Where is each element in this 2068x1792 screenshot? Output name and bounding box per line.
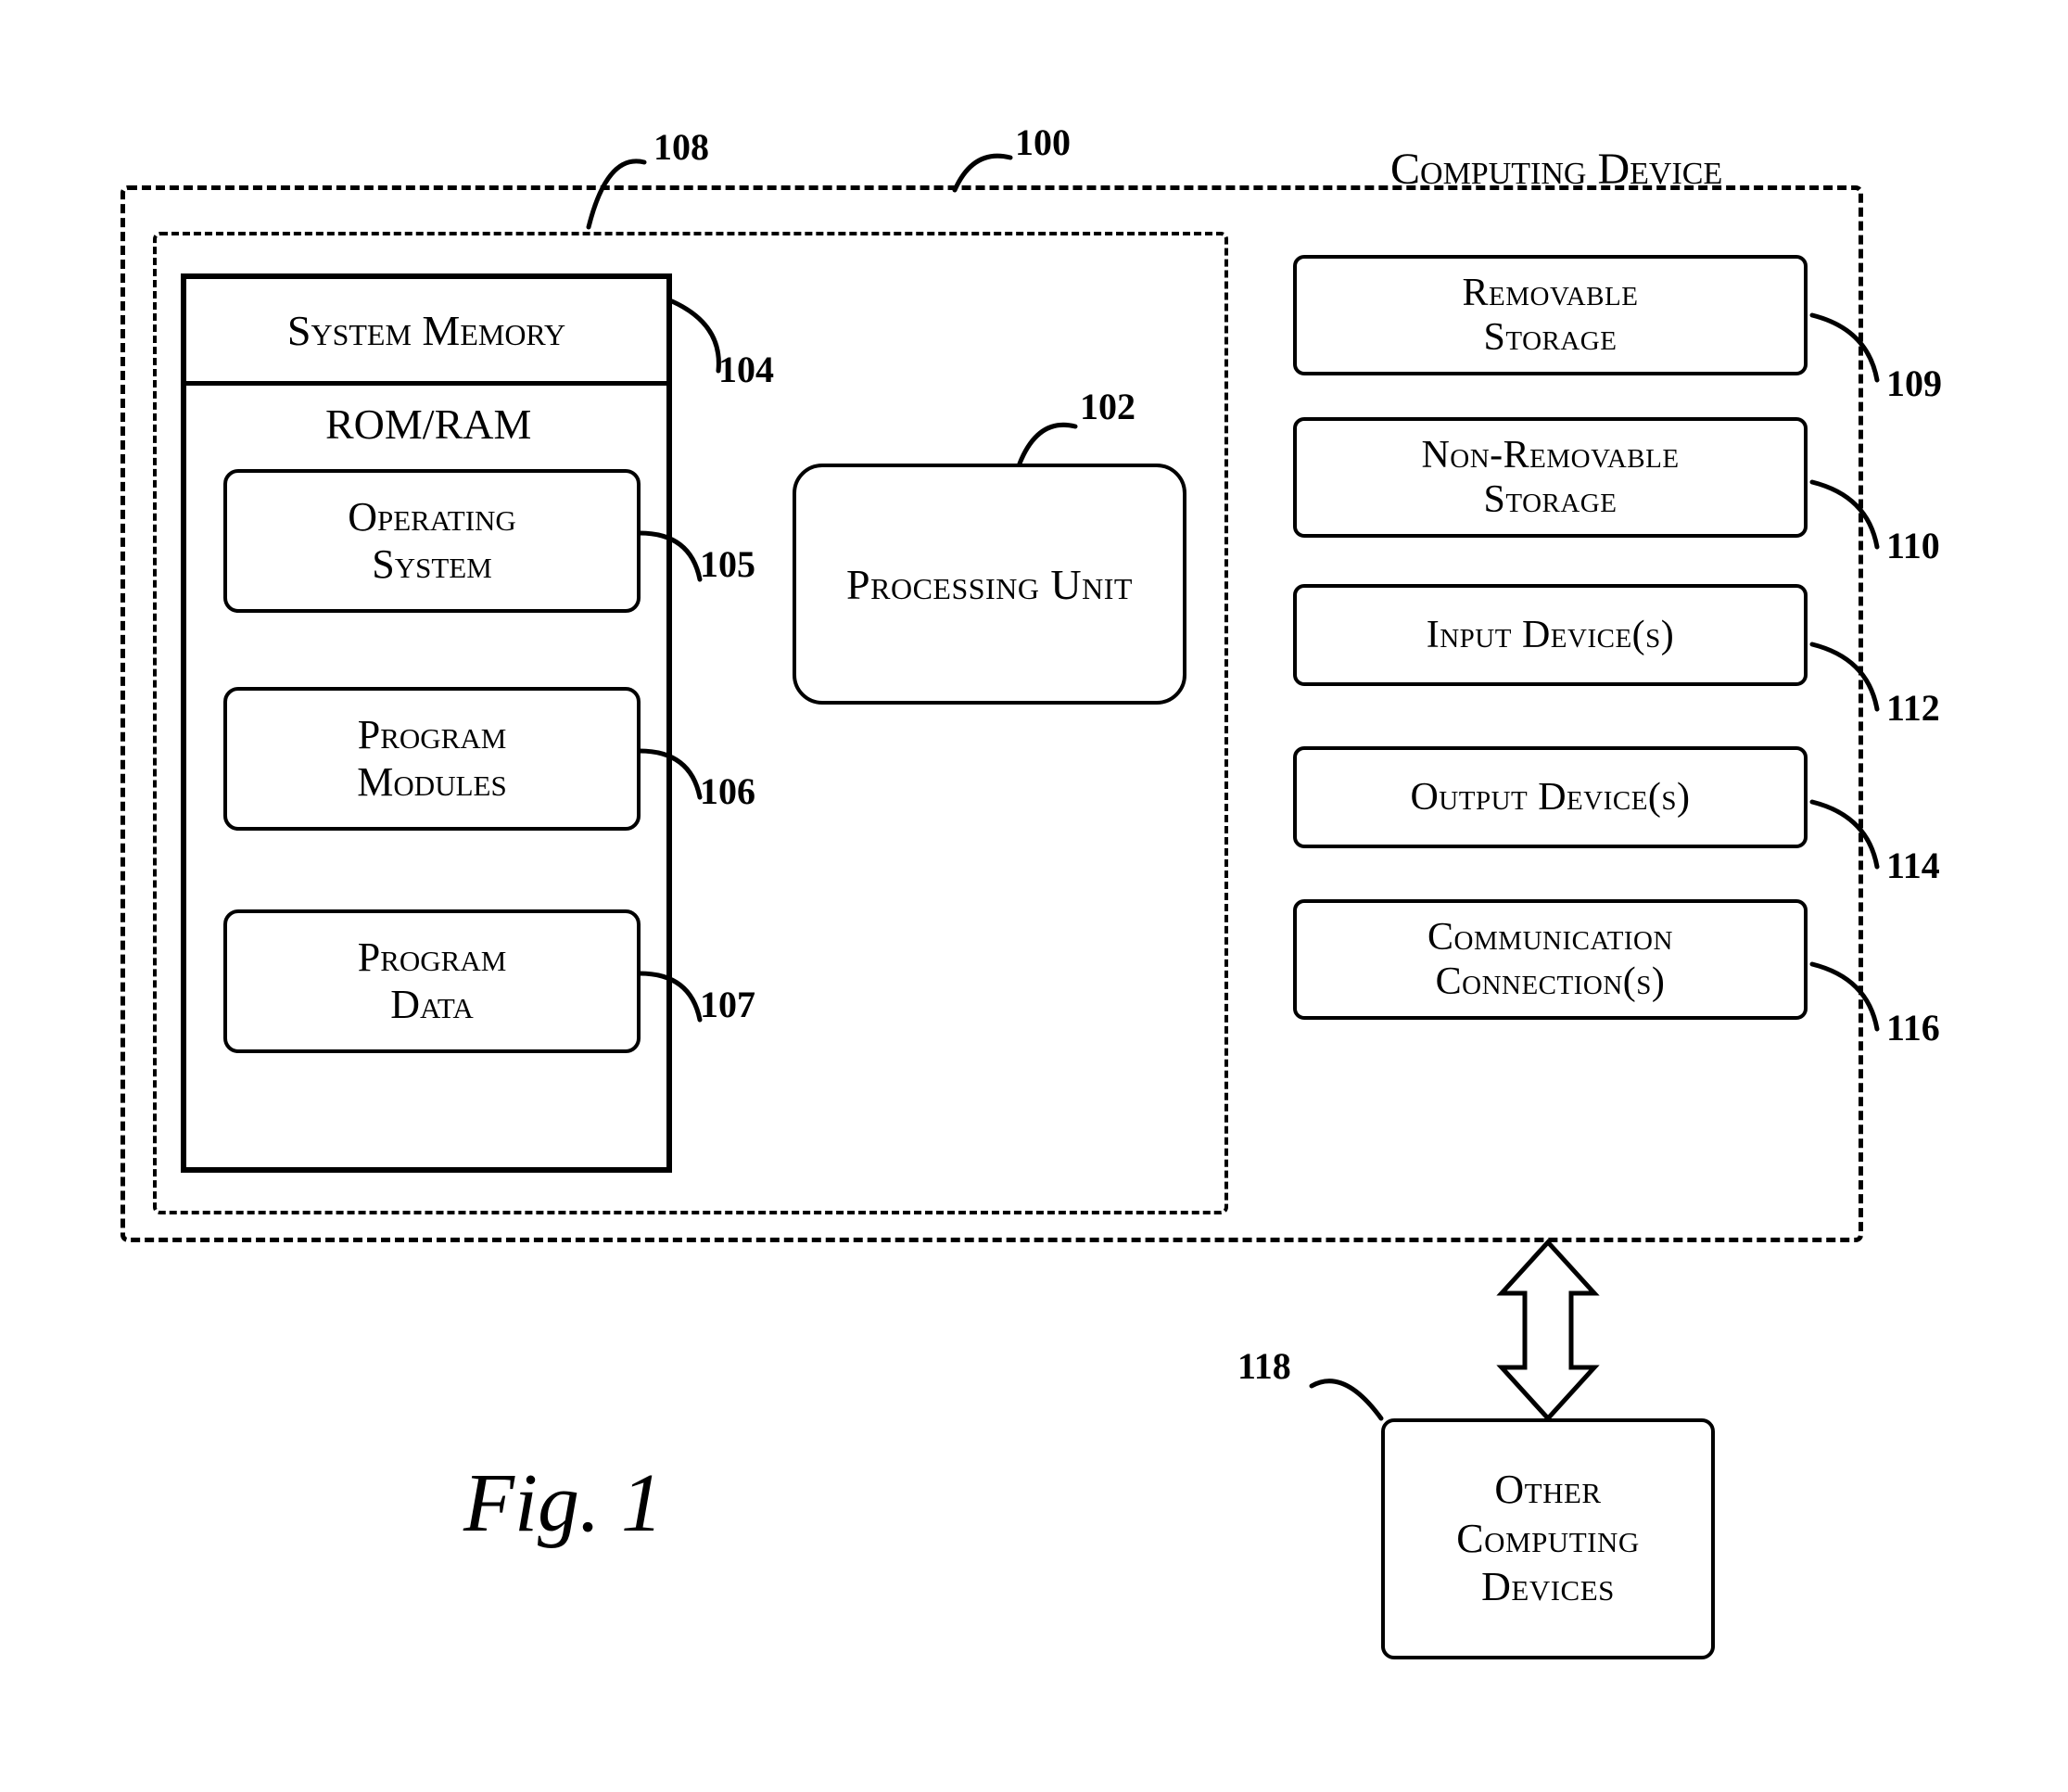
ref-109: 109 [1886,362,1942,405]
system-memory-box: System Memory ROM/RAM Operating System P… [181,273,672,1173]
diagram-canvas: Computing Device System Memory ROM/RAM O… [0,0,2068,1792]
ref-112: 112 [1886,686,1940,730]
program-modules-box: Program Modules [223,687,641,831]
processing-unit-box: Processing Unit [793,464,1186,705]
ref-114: 114 [1886,844,1940,887]
non-removable-storage-box: Non-Removable Storage [1293,417,1808,538]
operating-system-box: Operating System [223,469,641,613]
ref-100: 100 [1015,121,1071,164]
ref-118: 118 [1237,1344,1291,1388]
rom-ram-label: ROM/RAM [325,400,531,449]
ref-108: 108 [653,125,709,169]
program-data-box: Program Data [223,909,641,1053]
ref-107: 107 [700,983,755,1026]
input-devices-box: Input Device(s) [1293,584,1808,686]
communication-connections-box: Communication Connection(s) [1293,899,1808,1020]
removable-storage-box: Removable Storage [1293,255,1808,375]
output-devices-box: Output Device(s) [1293,746,1808,848]
ref-102: 102 [1080,385,1135,428]
system-memory-title: System Memory [186,279,666,386]
ref-116: 116 [1886,1006,1940,1049]
computing-device-title: Computing Device [1390,144,1722,195]
ref-110: 110 [1886,524,1940,567]
ref-106: 106 [700,769,755,813]
ref-104: 104 [718,348,774,391]
figure-caption: Fig. 1 [463,1455,663,1551]
ref-105: 105 [700,542,755,586]
other-computing-devices-box: Other Computing Devices [1381,1418,1715,1659]
lead-line [1307,1363,1390,1437]
double-arrow-icon [1492,1242,1604,1418]
